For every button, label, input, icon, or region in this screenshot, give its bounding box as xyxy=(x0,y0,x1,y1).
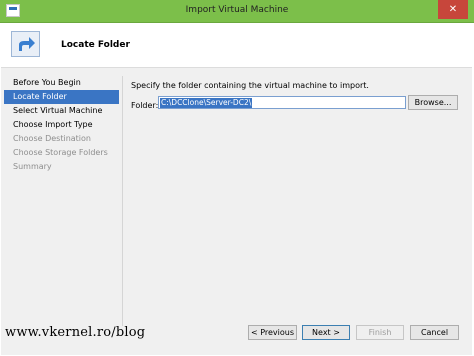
nav-step-select-virtual-machine[interactable]: Select Virtual Machine xyxy=(4,104,119,118)
title-bar: Import Virtual Machine ✕ xyxy=(0,0,474,23)
watermark-text: www.vkernel.ro/blog xyxy=(5,325,146,340)
nav-step-locate-folder[interactable]: Locate Folder xyxy=(4,90,119,104)
previous-button[interactable]: < Previous xyxy=(248,325,297,340)
nav-step-summary: Summary xyxy=(13,162,52,171)
cancel-button[interactable]: Cancel xyxy=(410,325,459,340)
instruction-text: Specify the folder containing the virtua… xyxy=(131,81,369,90)
import-arrow-icon xyxy=(11,31,40,57)
wizard-header: Locate Folder xyxy=(1,23,472,68)
wizard-body: Before You Begin Locate Folder Select Vi… xyxy=(1,68,472,355)
finish-button: Finish xyxy=(356,325,404,340)
wizard-steps-nav: Before You Begin Locate Folder Select Vi… xyxy=(4,76,119,174)
folder-input[interactable]: C:\DCClone\Server-DC2\ xyxy=(158,96,406,109)
nav-step-choose-destination: Choose Destination xyxy=(13,134,91,143)
nav-step-before-you-begin[interactable]: Before You Begin xyxy=(4,76,119,90)
nav-step-choose-import-type[interactable]: Choose Import Type xyxy=(4,118,119,132)
page-title: Locate Folder xyxy=(61,40,130,50)
close-button[interactable]: ✕ xyxy=(438,0,468,19)
next-button[interactable]: Next > xyxy=(302,325,350,340)
folder-input-value: C:\DCClone\Server-DC2\ xyxy=(160,98,253,108)
browse-button[interactable]: Browse... xyxy=(408,95,458,110)
folder-label: Folder: xyxy=(131,101,159,110)
nav-divider xyxy=(122,76,123,326)
nav-step-choose-storage-folders: Choose Storage Folders xyxy=(13,148,108,157)
window-title: Import Virtual Machine xyxy=(185,5,289,15)
